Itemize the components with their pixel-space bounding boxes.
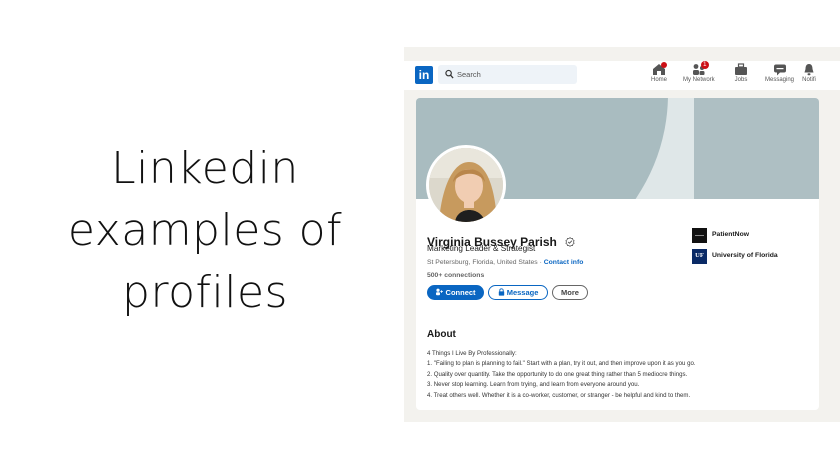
location-text: St Petersburg, Florida, United States ·	[427, 259, 544, 266]
connect-label: Connect	[445, 288, 476, 297]
nav-label: Jobs	[734, 77, 748, 83]
notification-dot	[661, 62, 667, 68]
briefcase-icon	[735, 63, 747, 75]
about-line: 3. Never stop learning. Learn from tryin…	[427, 381, 640, 389]
heading-line: profiles	[122, 267, 288, 318]
about-line: 4. Treat others well. Whether it is a co…	[427, 391, 691, 399]
nav-home[interactable]: Home	[651, 62, 668, 83]
about-line: 4 Things I Live By Professionally:	[427, 350, 517, 357]
nav-label: Notifi	[802, 77, 816, 83]
profile-headline: Marketing Leader & Strategist	[427, 244, 536, 253]
connect-button[interactable]: Connect	[427, 285, 484, 300]
about-section: About 4 Things I Live By Professionally:…	[416, 317, 819, 410]
verified-icon	[565, 237, 575, 247]
message-button[interactable]: Message	[488, 285, 548, 300]
network-badge: 1	[700, 61, 709, 69]
heading-line: Linkedin	[111, 143, 299, 194]
linkedin-logo[interactable]: in	[415, 66, 433, 84]
contact-info-link[interactable]: Contact info	[544, 259, 584, 266]
page-heading: Linkedin examples of profiles	[40, 138, 370, 324]
bell-icon	[804, 64, 814, 76]
nav-notifications[interactable]: Notifi	[801, 63, 817, 83]
about-line: 2. Quality over quantity. Take the oppor…	[427, 370, 688, 378]
profile-location: St Petersburg, Florida, United States · …	[427, 259, 583, 266]
heading-line: examples of	[67, 205, 343, 256]
search-icon	[445, 69, 454, 79]
nav-label: My Network	[683, 77, 715, 83]
nav-jobs[interactable]: Jobs	[733, 63, 749, 83]
nav-label: Messaging	[765, 77, 795, 83]
message-label: Message	[506, 288, 539, 297]
nav-my-network[interactable]: 1 My Network	[683, 61, 715, 83]
connections-count[interactable]: 500+ connections	[427, 272, 484, 279]
about-text: 4 Things I Live By Professionally: 1. "F…	[427, 349, 696, 401]
nav-messaging[interactable]: Messaging	[765, 63, 794, 83]
add-person-icon	[436, 288, 444, 296]
avatar[interactable]	[426, 145, 506, 225]
more-button[interactable]: More	[552, 285, 588, 300]
org-name: University of Florida	[712, 252, 778, 259]
patientnow-logo	[692, 228, 707, 243]
about-title: About	[427, 329, 456, 340]
search-input[interactable]: Search	[438, 65, 577, 84]
lock-icon	[498, 288, 504, 296]
org-name: PatientNow	[712, 231, 750, 238]
messaging-icon	[773, 64, 786, 76]
profile-photo	[429, 148, 503, 222]
about-line: 1. "Failing to plan is planning to fail.…	[427, 360, 696, 368]
linkedin-screenshot: in Search Home 1 My Network Jobs Messagi…	[404, 47, 840, 422]
uf-logo-text: UF	[695, 252, 704, 259]
top-navbar: in Search Home 1 My Network Jobs Messagi…	[404, 61, 840, 90]
cover-shape	[694, 98, 819, 199]
nav-label: Home	[651, 77, 668, 83]
search-placeholder: Search	[457, 70, 481, 79]
